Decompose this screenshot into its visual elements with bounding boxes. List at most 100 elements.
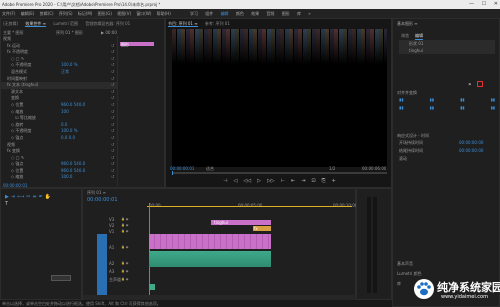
track-toggle-icon[interactable]: 🔒 ◉ xyxy=(121,261,128,265)
menu-graphics[interactable]: 图形(G) xyxy=(98,11,112,16)
opacity-slider[interactable]: ▮▮ xyxy=(491,105,495,110)
ec-row[interactable]: ◇ 不透明度 100.0 % xyxy=(1,62,117,69)
position-x-field[interactable]: ▮▮ xyxy=(399,97,403,102)
track-toggle-icon[interactable]: 🔒 ◉ xyxy=(121,223,128,227)
transport-button[interactable]: ▷ xyxy=(257,178,261,184)
reset-icon[interactable]: ↺ xyxy=(111,43,117,50)
workspace-graphics[interactable]: 图形 xyxy=(282,11,290,16)
playhead[interactable] xyxy=(172,171,173,175)
transport-button[interactable]: ◁◁ xyxy=(243,178,251,184)
ec-row-value[interactable]: 960.0 540.0 xyxy=(61,102,85,107)
layer-shape[interactable]: 形状 01 xyxy=(399,40,495,47)
source-patch-indicator[interactable] xyxy=(97,234,107,296)
eg-browse-tab[interactable]: 浏览 xyxy=(401,33,409,39)
reset-icon[interactable]: ↺ xyxy=(111,76,117,83)
transport-button[interactable]: ⊣ xyxy=(223,178,227,184)
ec-row-value[interactable]: 100.0 % xyxy=(61,128,78,133)
program-scrubber[interactable] xyxy=(172,171,387,175)
ripple-tool-icon[interactable]: ⟷ xyxy=(17,194,26,200)
reset-icon[interactable]: ↺ xyxy=(111,155,117,162)
ec-row[interactable]: ◇ 锚点 960.0 540.0 xyxy=(1,161,117,168)
ec-row-value[interactable]: 100.0 % xyxy=(61,62,78,67)
transport-button[interactable]: + xyxy=(332,178,336,184)
menu-marker[interactable]: 标记(M) xyxy=(78,11,93,16)
reset-icon[interactable]: ↺ xyxy=(111,102,117,109)
reset-icon[interactable]: ↺ xyxy=(111,168,117,175)
workspace-libraries[interactable]: 库 xyxy=(297,11,301,16)
ec-time-nav[interactable]: ▶ 00:00 xyxy=(101,30,117,35)
track-header[interactable]: A3 🔒 ◉ xyxy=(83,269,147,277)
layer-text[interactable]: tinghui xyxy=(399,47,495,53)
clip-v1[interactable] xyxy=(149,234,271,249)
anchor-y-field[interactable]: ▮▮ xyxy=(430,105,434,110)
ec-row[interactable]: 时间重映射 xyxy=(1,76,117,83)
workspace-audio[interactable]: 音频 xyxy=(266,11,274,16)
clip-bar[interactable]: 图形 xyxy=(120,42,154,47)
close-button[interactable]: ✕ xyxy=(494,1,498,7)
ec-row[interactable]: ☑ 等比缩放 xyxy=(1,115,117,122)
tab-lumetri-scopes[interactable]: Lumetri 范围 xyxy=(53,21,78,26)
timeline-playhead[interactable] xyxy=(149,203,150,295)
reset-icon[interactable]: ↺ xyxy=(111,174,117,181)
track-toggle-icon[interactable]: 🔒 ◉ xyxy=(121,245,128,249)
eg-title[interactable]: 基本图形 ≡ xyxy=(397,21,418,27)
track-toggle-icon[interactable]: 🔒 ◉ xyxy=(121,217,128,221)
new-layer-icon[interactable] xyxy=(477,81,483,87)
ec-row[interactable]: ◇ 不透明度 100.0 % xyxy=(1,128,117,135)
menu-view[interactable]: 视图(V) xyxy=(117,11,131,16)
ec-row[interactable]: 混合模式 正常 xyxy=(1,69,117,76)
ec-row[interactable]: ◇ 缩放 100 xyxy=(1,109,117,116)
reset-icon[interactable]: ↺ xyxy=(111,69,117,76)
transport-button[interactable]: ⇤ xyxy=(291,178,295,184)
work-area-bar[interactable] xyxy=(147,206,352,207)
tab-source[interactable]: (无剪辑) xyxy=(3,21,18,26)
menu-sequence[interactable]: 序列(S) xyxy=(59,11,73,16)
eg-bottom-essential-sound[interactable]: 基本声音 xyxy=(397,261,413,267)
ec-row[interactable]: fx 变换 xyxy=(1,148,117,155)
clip-v3[interactable]: tinghui xyxy=(211,220,271,225)
reset-icon[interactable]: ↺ xyxy=(111,109,117,116)
eg-bottom-libraries[interactable]: 库 xyxy=(397,281,401,287)
ec-row-value[interactable]: 0.0 xyxy=(61,122,67,127)
maximize-button[interactable]: ☐ xyxy=(482,1,486,7)
menu-edit[interactable]: 编辑(E) xyxy=(21,11,35,16)
resolution-select[interactable]: 1/2 xyxy=(329,166,335,171)
menu-window[interactable]: 窗口(W) xyxy=(136,11,151,16)
workspace-effects[interactable]: 效果 xyxy=(251,11,259,16)
workspace-more[interactable]: » xyxy=(308,11,310,16)
ec-row[interactable]: ◇ 旋转 0.0 xyxy=(1,122,117,129)
track-header[interactable]: A2 🔒 ◉ xyxy=(83,261,147,269)
track-toggle-icon[interactable]: 🔒 ◉ xyxy=(121,269,128,273)
anchor-x-field[interactable]: ▮▮ xyxy=(399,105,403,110)
track-header[interactable]: A1 🔒 ◉ xyxy=(83,245,147,261)
rotation-field[interactable]: ▮▮ xyxy=(460,97,464,102)
ec-row[interactable]: 视频 xyxy=(1,36,117,43)
reset-icon[interactable]: ↺ xyxy=(111,161,117,168)
reset-icon[interactable]: ↺ xyxy=(111,49,117,56)
tab-reference[interactable]: 参考: 序列 01 xyxy=(205,21,230,26)
program-timecode[interactable]: 00:00:00:01 xyxy=(170,166,194,171)
ec-row-value[interactable]: 960.0 540.0 xyxy=(61,161,85,166)
tab-program[interactable]: 节目: 序列 01 ≡ xyxy=(168,21,198,27)
ec-row[interactable]: ◇ 锚点 0.0 0.0 xyxy=(1,135,117,142)
ec-row[interactable]: ○ □ ✎ xyxy=(1,155,117,162)
workspace-learn[interactable]: 学习 xyxy=(190,11,198,16)
fx-icon[interactable]: ⚑ xyxy=(468,82,472,87)
ec-row[interactable]: fx 文本 (tinghui) xyxy=(1,82,117,89)
ec-row-value[interactable]: 960.0 540.0 xyxy=(61,168,85,173)
transport-button[interactable]: ⊡ xyxy=(311,178,315,184)
ec-row-value[interactable]: 100 xyxy=(61,109,69,114)
reset-icon[interactable]: ↺ xyxy=(111,95,117,102)
hand-tool-icon[interactable]: ✋ xyxy=(45,194,53,200)
track-toggle-icon[interactable]: 🔒 ◉ xyxy=(121,229,128,233)
reset-icon[interactable]: ↺ xyxy=(111,128,117,135)
clip-a1[interactable] xyxy=(149,251,271,267)
ec-row[interactable]: ○ □ ✎ xyxy=(1,56,117,63)
reset-icon[interactable]: ↺ xyxy=(111,115,117,122)
track-toggle-icon[interactable]: 🔒 ◉ xyxy=(121,277,128,281)
tab-audio-mixer[interactable]: 音频剪辑混合器: 序列 01 xyxy=(85,21,130,26)
ec-row[interactable]: 视频 xyxy=(1,142,117,149)
menu-file[interactable]: 文件(F) xyxy=(2,11,15,16)
eg-edit-tab[interactable]: 编辑 xyxy=(415,33,423,40)
ec-row[interactable]: fx 不透明度 xyxy=(1,49,117,56)
